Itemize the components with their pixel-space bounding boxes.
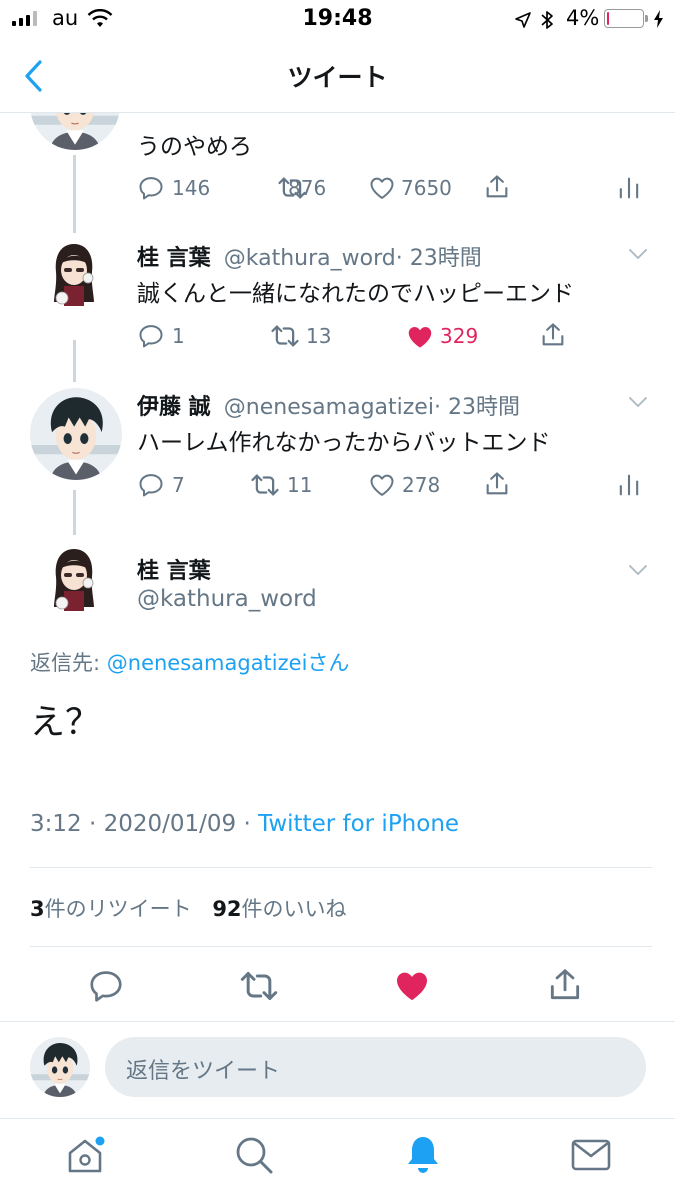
like-stat[interactable]: 92件のいいね	[212, 897, 346, 921]
reply-placeholder: 返信をツイート	[126, 1059, 281, 1084]
retweet-button[interactable]	[239, 966, 279, 1006]
reply-to-label: 返信先:	[30, 651, 107, 675]
avatar[interactable]	[44, 238, 104, 308]
status-bar: au 19:48 4%	[0, 0, 675, 40]
like-icon[interactable]	[368, 174, 396, 202]
chevron-down-icon[interactable]	[626, 242, 650, 266]
tweet-header: 伊藤 誠 @nenesamagatizei· 23時間	[137, 389, 520, 421]
tweet-text: ハーレム作れなかったからバットエンド	[137, 430, 551, 456]
reply-to-line: 返信先: @nenesamagatizeiさん	[30, 647, 349, 677]
analytics-icon[interactable]	[615, 470, 643, 500]
share-icon[interactable]	[539, 321, 567, 349]
tweet-header: 桂 言葉 @kathura_word· 23時間	[137, 240, 482, 272]
retweet-stat[interactable]: 3件のリツイート	[30, 897, 192, 921]
chevron-down-icon[interactable]	[626, 558, 650, 582]
reply-to-handle[interactable]: @nenesamagatizeiさん	[107, 651, 350, 675]
tweet-text: うのやめろ	[137, 134, 252, 160]
tweet-text: 誠くんと一緒になれたのでハッピーエンド	[137, 281, 574, 307]
tweet-text	[137, 113, 229, 125]
like-stat-label: 件のいいね	[241, 897, 347, 921]
like-button[interactable]	[392, 966, 432, 1006]
tweet-actions: 7 11 278	[137, 467, 647, 501]
analytics-icon[interactable]	[615, 173, 643, 203]
charging-icon	[654, 10, 663, 28]
notifications-icon[interactable]	[401, 1133, 445, 1177]
display-name[interactable]: 伊藤 誠	[137, 395, 211, 420]
share-icon[interactable]	[483, 470, 511, 498]
main-tweet-text: え？	[30, 703, 101, 743]
bluetooth-icon	[541, 11, 553, 29]
display-name[interactable]: 桂 言葉	[137, 553, 211, 585]
avatar[interactable]	[44, 542, 104, 614]
retweet-icon[interactable]	[250, 470, 280, 500]
share-icon[interactable]	[483, 173, 511, 201]
battery-icon	[604, 9, 648, 28]
tweet-timestamp: 3:12 · 2020/01/09 ·	[30, 811, 259, 837]
reply-icon[interactable]	[137, 174, 165, 202]
thread-line	[73, 155, 76, 233]
thread-line	[73, 490, 76, 535]
reply-count: 7	[172, 473, 185, 497]
battery-percent: 4%	[566, 6, 600, 30]
like-count: 278	[402, 473, 441, 497]
display-name[interactable]: 桂 言葉	[137, 246, 211, 271]
reply-button[interactable]	[87, 967, 125, 1005]
reply-icon[interactable]	[137, 471, 165, 499]
retweet-total: 3	[30, 897, 45, 921]
reply-count: 146	[172, 176, 211, 200]
like-icon[interactable]	[405, 322, 435, 352]
engagement-stats: 3件のリツイート 92件のいいね	[30, 893, 347, 923]
own-avatar[interactable]	[30, 1037, 90, 1097]
reply-count: 1	[172, 324, 185, 348]
tweet-timestamp-line: 3:12 · 2020/01/09 · Twitter for iPhone	[30, 811, 459, 837]
retweet-count: 11	[287, 473, 313, 497]
user-handle[interactable]: @nenesamagatizei	[224, 395, 434, 420]
user-handle[interactable]: @kathura_word	[137, 586, 317, 612]
retweet-count: 876	[288, 176, 327, 200]
nav-divider	[0, 112, 675, 113]
like-count: 7650	[401, 176, 452, 200]
retweet-count: 13	[306, 324, 332, 348]
retweet-stat-label: 件のリツイート	[44, 897, 192, 921]
tweet-time: · 23時間	[433, 395, 520, 420]
like-count: 329	[440, 324, 479, 348]
home-icon[interactable]	[64, 1135, 106, 1177]
tweet-time: · 23時間	[395, 246, 482, 271]
user-handle[interactable]: @kathura_word	[224, 246, 396, 271]
messages-icon[interactable]	[570, 1137, 612, 1173]
reply-icon[interactable]	[137, 322, 165, 350]
search-icon[interactable]	[232, 1133, 276, 1177]
tweet-source-link[interactable]: Twitter for iPhone	[258, 811, 459, 837]
tweet-actions: 1 13 329	[137, 318, 647, 352]
like-total: 92	[212, 897, 242, 921]
retweet-icon[interactable]	[270, 321, 300, 351]
reply-input[interactable]: 返信をツイート	[105, 1037, 646, 1097]
thread-line	[73, 340, 76, 382]
page-title: ツイート	[287, 63, 388, 92]
chevron-down-icon[interactable]	[626, 390, 650, 414]
tweet-actions: 146 876 7650	[137, 170, 647, 204]
like-icon[interactable]	[368, 471, 396, 499]
location-icon	[515, 12, 531, 28]
divider	[30, 867, 652, 868]
avatar[interactable]	[30, 388, 122, 480]
tab-bar-divider	[0, 1118, 675, 1119]
share-button[interactable]	[546, 966, 584, 1004]
divider	[30, 946, 652, 947]
divider	[0, 1021, 675, 1022]
